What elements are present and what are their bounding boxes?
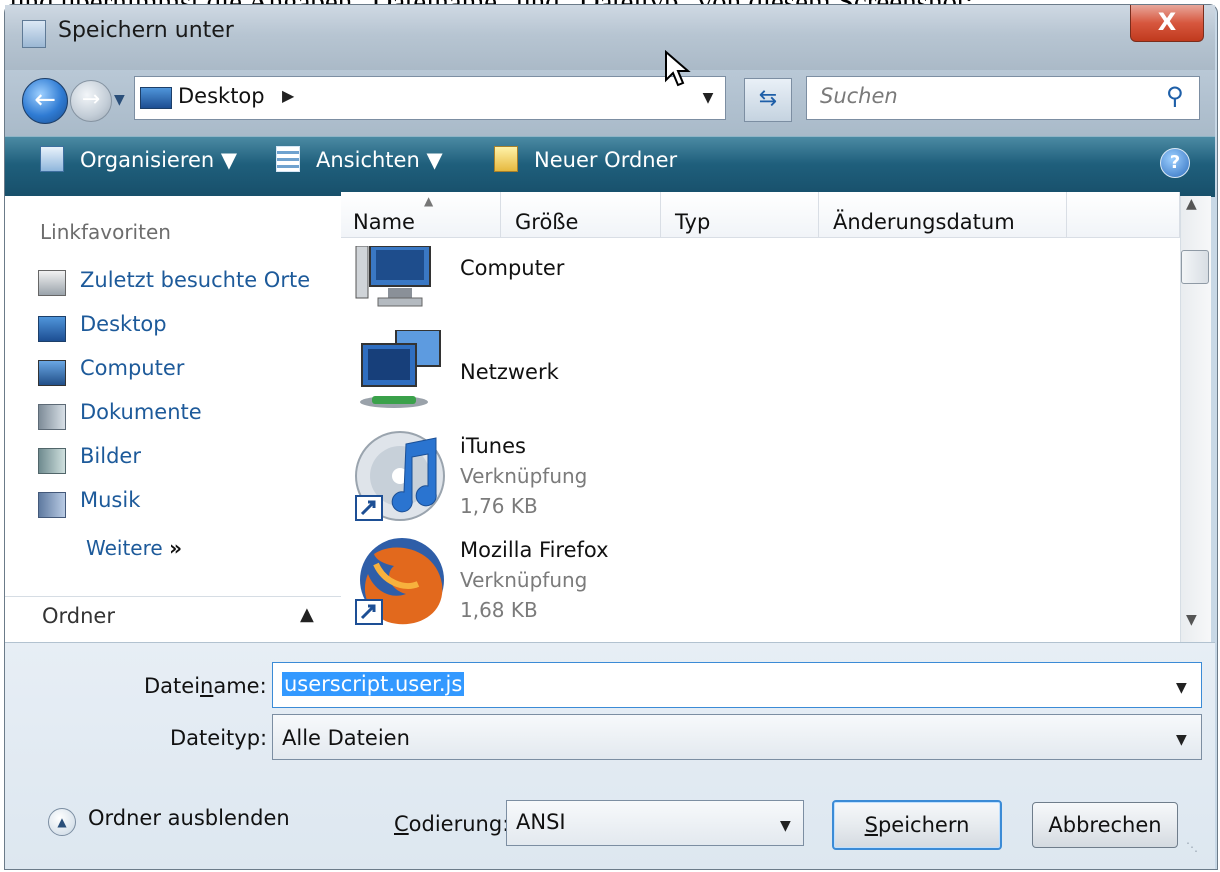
encoding-dropdown-arrow-icon[interactable]: ▼ <box>780 818 791 834</box>
organize-icon <box>40 146 64 172</box>
firefox-icon <box>355 538 444 625</box>
views-icon <box>276 146 300 172</box>
computer-icon <box>38 360 66 386</box>
filename-label: Dateiname: <box>144 674 267 698</box>
filename-value[interactable]: userscript.user.js <box>282 672 465 696</box>
more-links-button[interactable]: Weitere » <box>86 536 182 560</box>
sidebar-item-documents[interactable]: Dokumente <box>80 400 202 424</box>
refresh-button[interactable]: ⇆ <box>744 78 792 122</box>
sort-ascending-icon: ▲ <box>424 194 434 208</box>
address-dropdown-button[interactable]: ▼ <box>692 80 724 116</box>
filetype-dropdown-arrow-icon[interactable]: ▼ <box>1176 732 1187 748</box>
music-icon <box>38 492 66 518</box>
sidebar-item-desktop[interactable]: Desktop <box>80 312 167 336</box>
scroll-up-arrow-icon[interactable]: ▲ <box>1186 196 1197 212</box>
document-icon <box>22 20 46 48</box>
new-folder-icon <box>494 146 518 172</box>
filetype-select[interactable] <box>272 714 1202 760</box>
recent-pages-dropdown[interactable]: ▼ <box>114 92 125 108</box>
scroll-down-arrow-icon[interactable]: ▼ <box>1186 612 1197 628</box>
itunes-icon <box>355 431 445 521</box>
file-type: Verknüpfung <box>460 464 588 488</box>
file-name[interactable]: Netzwerk <box>460 360 559 384</box>
search-icon[interactable]: ⚲ <box>1166 82 1184 110</box>
forward-button[interactable]: → <box>70 80 112 122</box>
file-size: 1,68 KB <box>460 598 538 622</box>
search-placeholder: Suchen <box>820 84 898 108</box>
resize-grip-icon[interactable]: ⋱ <box>1186 840 1198 854</box>
folders-label: Ordner <box>42 604 115 628</box>
file-name[interactable]: Mozilla Firefox <box>460 538 609 562</box>
column-header-name[interactable]: Name <box>341 192 501 238</box>
filename-dropdown-arrow-icon[interactable]: ▼ <box>1176 680 1187 696</box>
documents-icon <box>38 404 66 430</box>
recent-places-icon <box>38 270 66 296</box>
list-item[interactable] <box>354 245 442 310</box>
organize-menu[interactable]: Organisieren ▼ <box>80 148 237 172</box>
window-title: Speichern unter <box>58 18 234 43</box>
desktop-icon <box>140 87 172 109</box>
pictures-icon <box>38 448 66 474</box>
save-button[interactable]: Speichern <box>832 800 1002 850</box>
scrollbar-thumb[interactable] <box>1181 250 1209 284</box>
favorites-heading: Linkfavoriten <box>40 220 171 244</box>
views-menu[interactable]: Ansichten ▼ <box>316 148 443 172</box>
address-crumb-desktop[interactable]: Desktop <box>178 84 265 108</box>
file-type: Verknüpfung <box>460 568 588 592</box>
column-header-type[interactable]: Typ <box>661 192 819 238</box>
column-header-size[interactable]: Größe <box>501 192 661 238</box>
hide-folders-button[interactable]: Ordner ausblenden <box>88 806 290 830</box>
network-icon <box>360 329 441 408</box>
sidebar-item-computer[interactable]: Computer <box>80 356 184 380</box>
computer-icon <box>355 245 431 307</box>
list-item[interactable] <box>354 534 446 630</box>
mouse-cursor-icon <box>665 50 691 87</box>
back-button[interactable]: ← <box>22 78 68 124</box>
hide-folders-icon[interactable]: ▲ <box>48 808 76 836</box>
filetype-value[interactable]: Alle Dateien <box>282 726 410 750</box>
file-name[interactable]: iTunes <box>460 434 526 458</box>
file-name[interactable]: Computer <box>460 256 564 280</box>
new-folder-button[interactable]: Neuer Ordner <box>534 148 677 172</box>
help-button[interactable]: ? <box>1160 148 1190 178</box>
sidebar-item-music[interactable]: Musik <box>80 488 140 512</box>
desktop-icon <box>38 316 66 342</box>
list-item[interactable] <box>354 329 446 414</box>
cancel-button[interactable]: Abbrechen <box>1032 802 1178 848</box>
file-size: 1,76 KB <box>460 494 538 518</box>
sidebar-item-pictures[interactable]: Bilder <box>80 444 141 468</box>
close-button[interactable]: X <box>1130 5 1204 42</box>
filetype-label: Dateityp: <box>170 726 268 750</box>
breadcrumb-chevron-icon[interactable]: ▶ <box>282 86 294 105</box>
encoding-label: Codierung: <box>394 812 510 836</box>
column-header-modified[interactable]: Änderungsdatum <box>819 192 1067 238</box>
sidebar-item-recent-places[interactable]: Zuletzt besuchte Orte <box>80 268 310 292</box>
column-header-empty <box>1067 192 1180 238</box>
encoding-value[interactable]: ANSI <box>516 810 566 834</box>
chevron-up-icon[interactable]: ▲ <box>300 604 314 625</box>
list-item[interactable] <box>354 430 446 522</box>
